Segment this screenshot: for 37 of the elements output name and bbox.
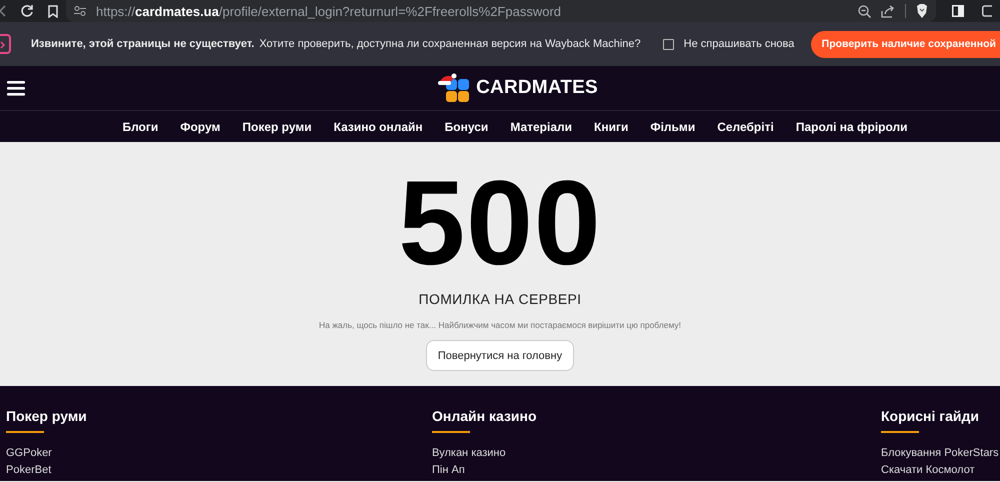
footer-heading: Онлайн казино	[432, 408, 538, 424]
footer-heading: Корисні гайди	[881, 408, 980, 424]
footer-link[interactable]: PokerBet	[6, 462, 432, 479]
nav-link[interactable]: Матеріали	[510, 120, 572, 134]
notice-message: Хотите проверить, доступна ли сохраненная версия на Wayback Machine?	[259, 38, 641, 50]
nav-link[interactable]: Бонуси	[444, 120, 488, 134]
zoom-out-icon[interactable]	[858, 4, 871, 18]
back-icon[interactable]	[0, 5, 6, 17]
logo-text[interactable]: CARDMATES	[476, 77, 598, 99]
dont-ask-checkbox[interactable]: Не спрашивать снова	[662, 38, 794, 50]
sidebar-icon[interactable]	[952, 5, 964, 17]
footer-link[interactable]: Блокування PokerStars	[881, 445, 1000, 462]
bookmark-icon[interactable]	[48, 4, 58, 18]
nav-link[interactable]: Казино онлайн	[334, 120, 423, 134]
footer-link[interactable]: Вулкан казино	[432, 445, 881, 462]
nav-link[interactable]: Фільми	[650, 120, 696, 134]
checkbox-square[interactable]	[662, 38, 674, 50]
footer-link[interactable]: GGPoker	[6, 445, 432, 462]
back-home-button[interactable]: Повернутися на головну	[426, 340, 574, 371]
nav-link[interactable]: Блоги	[122, 120, 158, 134]
footer-link[interactable]: Пін Ап	[432, 462, 881, 479]
menu-icon[interactable]	[7, 81, 25, 96]
error-message: На жаль, щось пішло не так... Найближчим часом ми постараємося вирішити цю проблему!	[318, 320, 682, 330]
nav-link[interactable]: Покер руми	[242, 120, 312, 134]
nav-link[interactable]: Форум	[180, 120, 220, 134]
nav-link[interactable]: Паролі на фріроли	[796, 120, 908, 134]
lion-shield-icon[interactable]	[916, 4, 928, 18]
share-icon[interactable]	[881, 4, 895, 18]
nav-link[interactable]: Селебріті	[717, 120, 774, 134]
footer-heading: Покер руми	[6, 408, 88, 424]
error-code: 500	[398, 163, 602, 283]
nav-link[interactable]: Книги	[594, 120, 628, 134]
error-title: ПОМИЛКА НА СЕРВЕРІ	[418, 291, 582, 307]
notice-text: Извините, этой страницы не существует.	[31, 38, 254, 50]
footer-link[interactable]: Скачати Космолот	[881, 462, 1000, 479]
site-settings-icon[interactable]	[74, 6, 86, 16]
reload-icon[interactable]	[20, 4, 34, 18]
